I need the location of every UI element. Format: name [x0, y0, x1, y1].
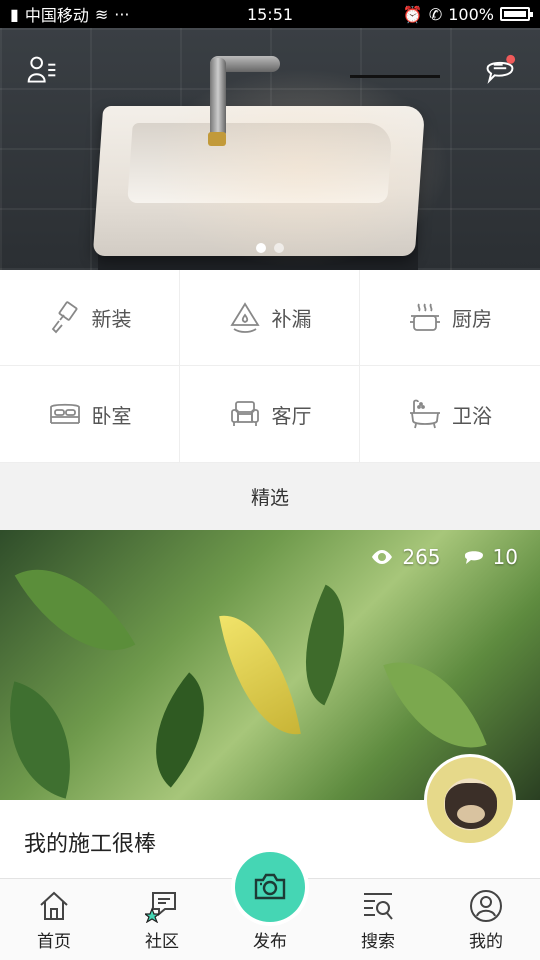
nav-home[interactable]: 首页: [0, 879, 108, 960]
carousel-dot[interactable]: [274, 243, 284, 253]
nav-label: 搜索: [361, 932, 395, 952]
nav-label: 我的: [469, 932, 503, 952]
carrier-label: 中国移动: [24, 6, 89, 25]
card-title[interactable]: 我的施工很棒: [24, 826, 156, 858]
side-menu-button[interactable]: [24, 52, 60, 88]
publish-button[interactable]: [235, 852, 305, 922]
category-label: 新装: [91, 307, 132, 331]
views-stat: 265: [370, 545, 441, 569]
leaf-shape: [14, 540, 136, 680]
cooking-pot-icon: [410, 303, 440, 331]
category-kitchen[interactable]: 厨房: [360, 270, 540, 366]
category-bathroom[interactable]: 卫浴: [360, 366, 540, 463]
comment-icon: [464, 551, 483, 564]
category-label: 客厅: [271, 403, 312, 428]
messages-button[interactable]: [482, 52, 518, 88]
card-stats: 265 10: [370, 545, 518, 569]
comments-stat: 10: [463, 545, 518, 569]
leaf-shape: [383, 641, 487, 769]
nav-profile[interactable]: 我的: [432, 879, 540, 960]
nav-label: 社区: [145, 932, 179, 952]
sofa-icon: [230, 401, 259, 426]
eye-icon: [372, 550, 393, 564]
section-title: 精选: [0, 463, 540, 530]
wifi-icon: ≋: [94, 4, 109, 24]
signal-icon: ▮: [10, 4, 19, 24]
bathtub-icon: [410, 399, 440, 429]
carousel-indicator: [0, 243, 540, 253]
battery-percent: 100%: [448, 4, 494, 24]
status-bar: ▮ 中国移动 ≋ ··· 15:51 ⏰ ✆ 100%: [0, 0, 540, 28]
nav-search[interactable]: 搜索: [324, 879, 432, 960]
leaf-shape: [279, 584, 371, 706]
more-notifications-icon: ···: [114, 4, 130, 24]
community-chat-icon: [145, 892, 176, 923]
alarm-icon: ⏰: [402, 4, 423, 24]
user-list-icon: [27, 56, 56, 83]
banner-faucet-brass: [208, 132, 226, 146]
avatar-pug-muzzle: [457, 805, 485, 823]
category-label: 卫浴: [452, 403, 492, 428]
category-living-room[interactable]: 客厅: [180, 366, 360, 463]
category-grid: 新装 补漏 厨房 卧室 客厅 卫浴: [0, 270, 540, 463]
profile-icon: [470, 890, 502, 922]
home-icon: [40, 891, 68, 920]
paint-roller-icon: [51, 300, 77, 333]
battery-icon: [500, 7, 533, 21]
carousel-dot[interactable]: [256, 243, 266, 253]
notification-dot-icon: [506, 54, 516, 64]
status-right: ⏰ ✆ 100%: [402, 4, 533, 24]
nav-label: 发布: [253, 932, 287, 952]
message-bubble-icon: [486, 54, 516, 84]
category-label: 卧室: [91, 403, 132, 428]
category-leak-repair[interactable]: 补漏: [180, 270, 360, 366]
water-drop-icon: [229, 301, 260, 333]
star-icon: [145, 907, 161, 923]
camera-icon: [254, 873, 286, 900]
search-list-icon: [364, 893, 393, 920]
nav-community[interactable]: 社区: [108, 879, 216, 960]
category-label: 厨房: [452, 307, 492, 331]
leaf-shape: [0, 681, 92, 799]
category-label: 补漏: [271, 307, 312, 331]
banner-carousel[interactable]: [0, 28, 540, 270]
category-bedroom[interactable]: 卧室: [0, 366, 180, 463]
leaf-shape: [124, 672, 236, 788]
nav-label: 首页: [37, 932, 71, 952]
banner-faucet: [210, 58, 226, 138]
bed-icon: [49, 403, 80, 424]
category-new-build[interactable]: 新装: [0, 270, 180, 366]
comments-count: 10: [492, 545, 518, 569]
banner-light: [150, 68, 450, 268]
author-avatar[interactable]: [424, 754, 516, 846]
views-count: 265: [402, 545, 441, 569]
call-icon: ✆: [428, 4, 443, 24]
status-left: ▮ 中国移动 ≋ ···: [10, 2, 130, 26]
leaf-shape: [219, 605, 301, 745]
